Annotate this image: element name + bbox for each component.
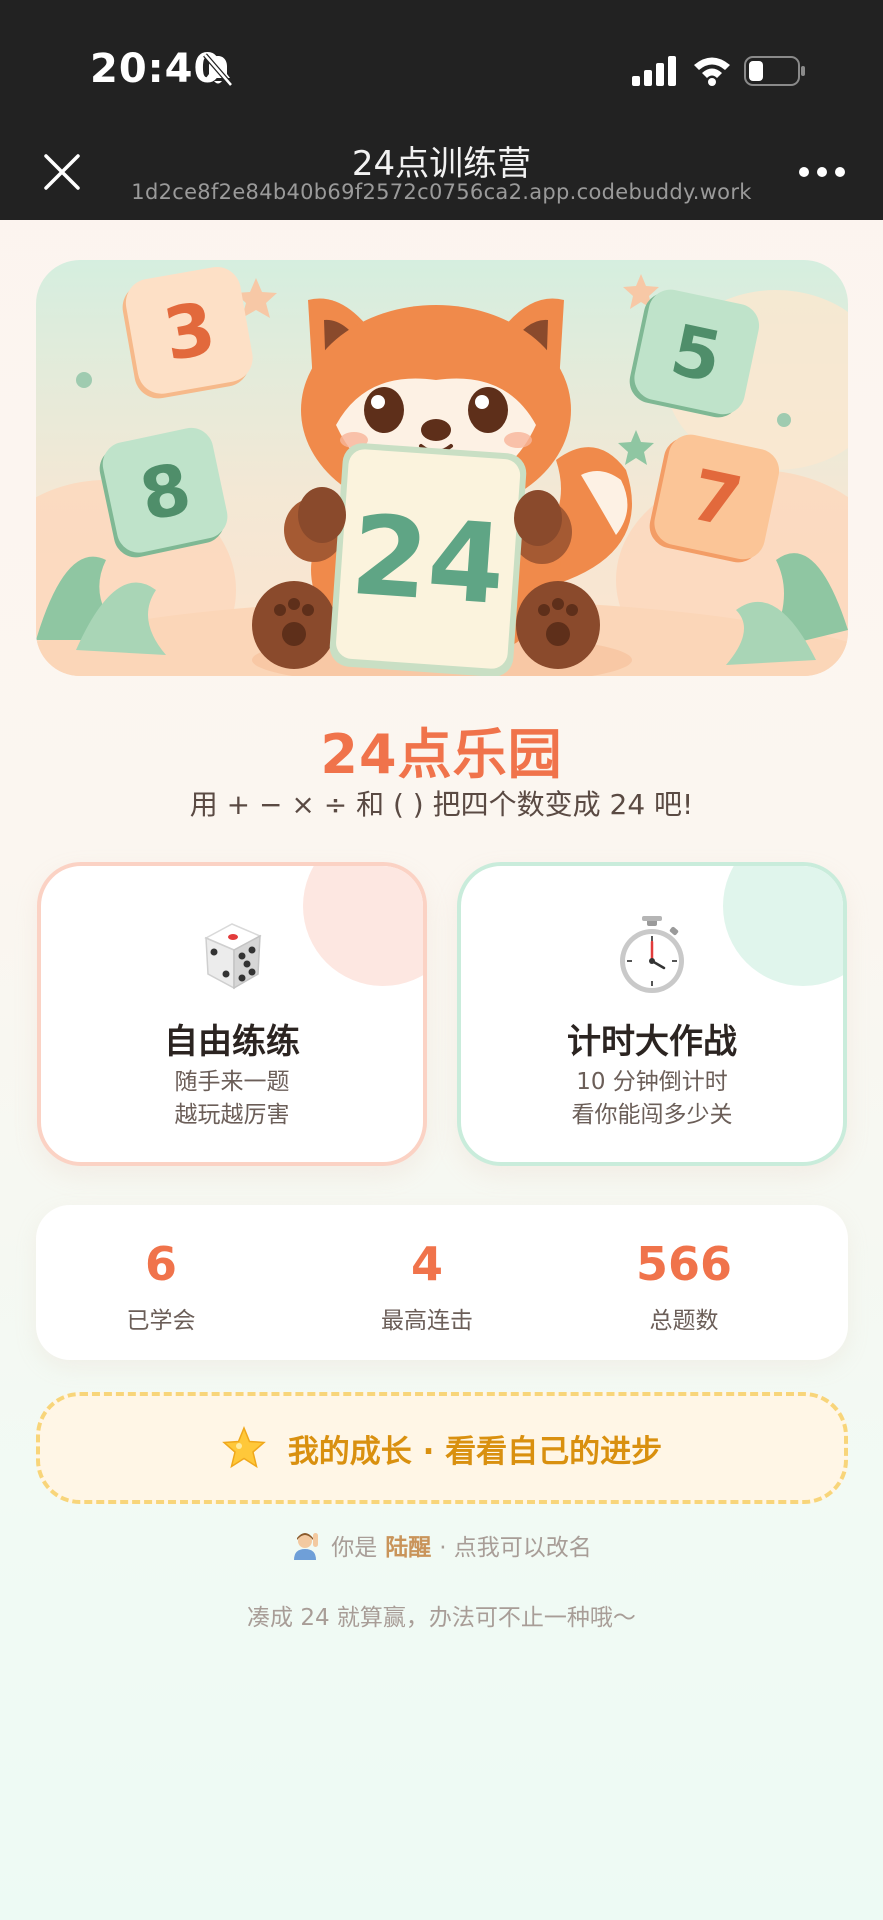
stat-total-label: 总题数 bbox=[649, 1308, 719, 1334]
stopwatch-icon bbox=[620, 916, 684, 993]
stat-best-combo: 4 最高连击 bbox=[307, 1205, 547, 1360]
timed-battle-card[interactable]: 计时大作战 10 分钟倒计时 看你能闯多少关 bbox=[457, 862, 847, 1166]
timed-battle-title: 计时大作战 bbox=[567, 1022, 737, 1062]
person-raising-hand-icon bbox=[294, 1533, 319, 1560]
stats-panel: 6 已学会 4 最高连击 566 总题数 bbox=[36, 1205, 848, 1360]
stat-total-value: 566 bbox=[635, 1237, 733, 1291]
rename-link[interactable]: 你是 陆醒 · 点我可以改名 bbox=[0, 1528, 883, 1562]
timed-battle-line2: 看你能闯多少关 bbox=[571, 1102, 733, 1128]
free-practice-line2: 越玩越厉害 bbox=[174, 1102, 290, 1128]
timed-battle-line1: 10 分钟倒计时 bbox=[576, 1069, 728, 1095]
battery-icon bbox=[744, 56, 805, 86]
user-prefix: 你是 bbox=[331, 1535, 378, 1561]
app-subtitle: 用 + − × ÷ 和 ( ) 把四个数变成 24 吧! bbox=[189, 788, 694, 821]
free-practice-desc: 随手来一题 越玩越厉害 bbox=[41, 1066, 423, 1132]
free-practice-card[interactable]: 自由练练 随手来一题 越玩越厉害 bbox=[37, 862, 427, 1166]
hero-illustration: 3 5 8 7 24 bbox=[36, 260, 848, 676]
app-title: 24点乐园 bbox=[320, 723, 563, 786]
more-options-icon[interactable] bbox=[798, 160, 846, 184]
fox-illustration: 3 5 8 7 24 bbox=[36, 266, 848, 676]
stat-total: 566 总题数 bbox=[564, 1205, 804, 1360]
wifi-icon bbox=[694, 57, 730, 86]
free-practice-title: 自由练练 bbox=[164, 1022, 300, 1062]
stat-best-combo-value: 4 bbox=[410, 1237, 443, 1291]
stat-learned-label: 已学会 bbox=[126, 1308, 196, 1334]
footer-tip: 凑成 24 就算赢，办法可不止一种哦～ bbox=[247, 1605, 636, 1631]
page-title: 24点训练营 bbox=[351, 144, 532, 184]
free-practice-line1: 随手来一题 bbox=[174, 1069, 290, 1095]
bell-muted-icon bbox=[203, 53, 233, 87]
my-growth-label: 我的成长 · 看看自己的进步 bbox=[287, 1433, 663, 1470]
page-url: 1d2ce8f2e84b40b69f2572c0756ca2.app.codeb… bbox=[131, 180, 752, 204]
my-growth-button[interactable]: 我的成长 · 看看自己的进步 bbox=[36, 1392, 848, 1504]
top-bar: 20:40 24点训练营 1d2ce8f2e84b40b69f2572c0756… bbox=[0, 0, 883, 220]
signal-icon bbox=[632, 56, 676, 86]
star-icon bbox=[221, 1426, 266, 1469]
rename-hint: · 点我可以改名 bbox=[439, 1535, 592, 1561]
hero-card-number: 24 bbox=[347, 491, 509, 629]
stat-best-combo-label: 最高连击 bbox=[381, 1308, 473, 1334]
dice-icon bbox=[204, 923, 262, 990]
stat-learned: 6 已学会 bbox=[41, 1205, 281, 1360]
stat-learned-value: 6 bbox=[144, 1237, 177, 1291]
user-name: 陆醒 bbox=[385, 1535, 432, 1561]
timed-battle-desc: 10 分钟倒计时 看你能闯多少关 bbox=[461, 1066, 843, 1132]
